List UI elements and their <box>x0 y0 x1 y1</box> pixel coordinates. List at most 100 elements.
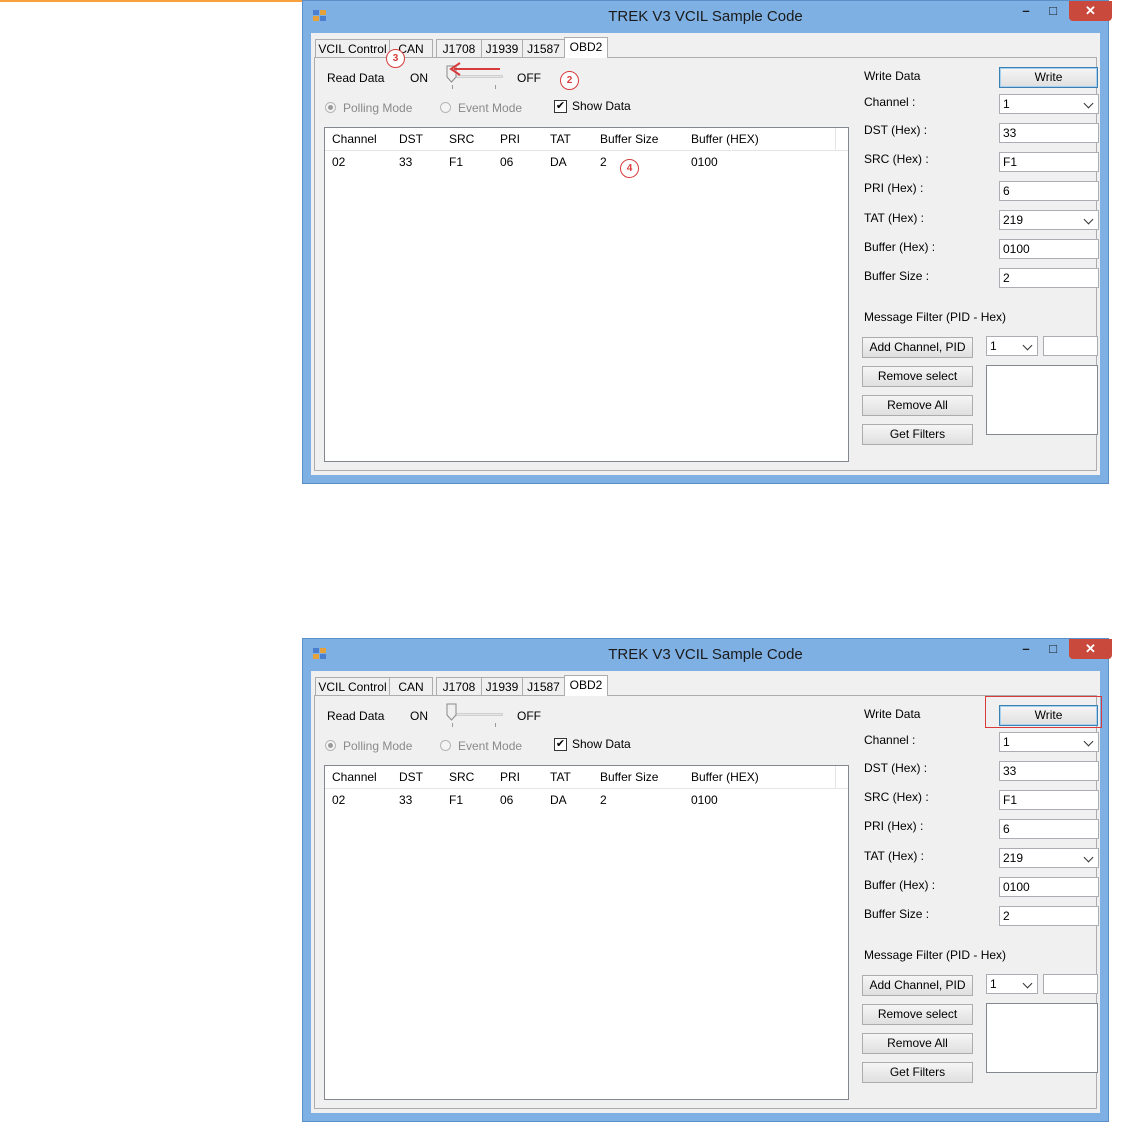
title-bar[interactable]: TREK V3 VCIL Sample Code – □ ✕ <box>303 639 1112 671</box>
col-buffer-hex[interactable]: Buffer (HEX) <box>691 132 759 146</box>
column-separator <box>835 128 836 150</box>
cell-buffer-size: 2 <box>600 793 607 807</box>
tab-can[interactable]: CAN <box>389 677 433 695</box>
read-off-label: OFF <box>517 709 541 723</box>
remove-all-button[interactable]: Remove All <box>862 1033 973 1054</box>
close-button[interactable]: ✕ <box>1069 1 1112 21</box>
col-dst[interactable]: DST <box>399 132 423 146</box>
data-listview[interactable]: Channel DST SRC PRI TAT Buffer Size Buff… <box>324 765 849 1100</box>
col-buffer-size[interactable]: Buffer Size <box>600 770 658 784</box>
event-mode-radio[interactable] <box>440 102 451 113</box>
write-button[interactable]: Write <box>999 67 1098 88</box>
read-data-slider-thumb[interactable] <box>446 703 457 721</box>
col-pri[interactable]: PRI <box>500 770 520 784</box>
tab-j1587[interactable]: J1587 <box>522 677 565 695</box>
event-mode-label: Event Mode <box>458 739 523 753</box>
obd2-tab-page: Read Data ON OFF Polling Mode Event Mode… <box>314 57 1099 471</box>
maximize-button[interactable]: □ <box>1040 639 1066 659</box>
event-mode-radio[interactable] <box>440 740 451 751</box>
get-filters-button[interactable]: Get Filters <box>862 1062 973 1083</box>
polling-mode-radio[interactable] <box>325 740 336 751</box>
show-data-checkbox[interactable]: ✔ <box>554 738 567 751</box>
buffer-size-field[interactable]: 2 <box>999 268 1099 288</box>
app-window: TREK V3 VCIL Sample Code – □ ✕ VCIL Cont… <box>302 0 1112 484</box>
buffer-field[interactable]: 0100 <box>999 239 1099 259</box>
buffer-field[interactable]: 0100 <box>999 877 1099 897</box>
close-button[interactable]: ✕ <box>1069 639 1112 659</box>
filter-channel-select[interactable]: 1 <box>986 974 1038 994</box>
minimize-button[interactable]: – <box>1013 1 1039 21</box>
add-channel-pid-button[interactable]: Add Channel, PID <box>862 975 973 996</box>
cell-channel: 02 <box>332 155 346 169</box>
show-data-label: Show Data <box>572 99 631 113</box>
col-buffer-hex[interactable]: Buffer (HEX) <box>691 770 759 784</box>
filter-listbox[interactable] <box>986 1003 1098 1073</box>
tab-j1939[interactable]: J1939 <box>481 677 523 695</box>
filter-pid-input[interactable] <box>1043 974 1098 994</box>
slider-tick <box>452 723 453 727</box>
pri-field[interactable]: 6 <box>999 819 1099 839</box>
buffer-size-label: Buffer Size : <box>864 269 930 283</box>
minimize-button[interactable]: – <box>1013 639 1039 659</box>
dst-field[interactable]: 33 <box>999 761 1099 781</box>
col-src[interactable]: SRC <box>449 770 474 784</box>
data-listview[interactable]: Channel DST SRC PRI TAT Buffer Size Buff… <box>324 127 849 462</box>
maximize-button[interactable]: □ <box>1040 1 1066 21</box>
src-label: SRC (Hex) : <box>864 152 929 166</box>
src-field[interactable]: F1 <box>999 790 1099 810</box>
tab-j1708[interactable]: J1708 <box>436 39 482 57</box>
col-buffer-size[interactable]: Buffer Size <box>600 132 658 146</box>
remove-select-button[interactable]: Remove select <box>862 1004 973 1025</box>
col-channel[interactable]: Channel <box>332 770 377 784</box>
window-title: TREK V3 VCIL Sample Code <box>608 646 803 663</box>
col-tat[interactable]: TAT <box>550 132 571 146</box>
window-title: TREK V3 VCIL Sample Code <box>608 8 803 25</box>
tat-select[interactable]: 219 <box>999 848 1099 868</box>
dst-label: DST (Hex) : <box>864 123 928 137</box>
src-field[interactable]: F1 <box>999 152 1099 172</box>
col-src[interactable]: SRC <box>449 132 474 146</box>
add-channel-pid-button[interactable]: Add Channel, PID <box>862 337 973 358</box>
show-data-checkbox[interactable]: ✔ <box>554 100 567 113</box>
tab-j1708[interactable]: J1708 <box>436 677 482 695</box>
buffer-size-field[interactable]: 2 <box>999 906 1099 926</box>
col-pri[interactable]: PRI <box>500 132 520 146</box>
cell-pri: 06 <box>500 793 514 807</box>
col-channel[interactable]: Channel <box>332 132 377 146</box>
cell-buffer-hex: 0100 <box>691 793 718 807</box>
annotation-arrow-icon <box>449 62 500 76</box>
get-filters-button[interactable]: Get Filters <box>862 424 973 445</box>
channel-select[interactable]: 1 <box>999 94 1099 114</box>
cell-pri: 06 <box>500 155 514 169</box>
read-off-label: OFF <box>517 71 541 85</box>
filter-listbox[interactable] <box>986 365 1098 435</box>
filter-pid-input[interactable] <box>1043 336 1098 356</box>
dst-field[interactable]: 33 <box>999 123 1099 143</box>
tab-obd2[interactable]: OBD2 <box>564 37 608 58</box>
pri-label: PRI (Hex) : <box>864 819 924 833</box>
tab-obd2[interactable]: OBD2 <box>564 675 608 696</box>
tab-j1587[interactable]: J1587 <box>522 39 565 57</box>
channel-label: Channel : <box>864 733 916 747</box>
message-filter-heading: Message Filter (PID - Hex) <box>864 310 1007 324</box>
remove-all-button[interactable]: Remove All <box>862 395 973 416</box>
tab-vcil-control[interactable]: VCIL Control <box>315 39 390 57</box>
tat-label: TAT (Hex) : <box>864 211 924 225</box>
tab-j1939[interactable]: J1939 <box>481 39 523 57</box>
listview-header: Channel DST SRC PRI TAT Buffer Size Buff… <box>325 128 848 151</box>
src-label: SRC (Hex) : <box>864 790 929 804</box>
title-bar[interactable]: TREK V3 VCIL Sample Code – □ ✕ <box>303 1 1112 33</box>
remove-select-button[interactable]: Remove select <box>862 366 973 387</box>
cell-src: F1 <box>449 793 464 807</box>
col-tat[interactable]: TAT <box>550 770 571 784</box>
tat-select[interactable]: 219 <box>999 210 1099 230</box>
read-data-label: Read Data <box>327 709 385 723</box>
pri-field[interactable]: 6 <box>999 181 1099 201</box>
tab-vcil-control[interactable]: VCIL Control <box>315 677 390 695</box>
filter-channel-select[interactable]: 1 <box>986 336 1038 356</box>
channel-select[interactable]: 1 <box>999 732 1099 752</box>
polling-mode-radio[interactable] <box>325 102 336 113</box>
buffer-label: Buffer (Hex) : <box>864 240 936 254</box>
read-data-slider-track[interactable] <box>451 713 503 716</box>
col-dst[interactable]: DST <box>399 770 423 784</box>
